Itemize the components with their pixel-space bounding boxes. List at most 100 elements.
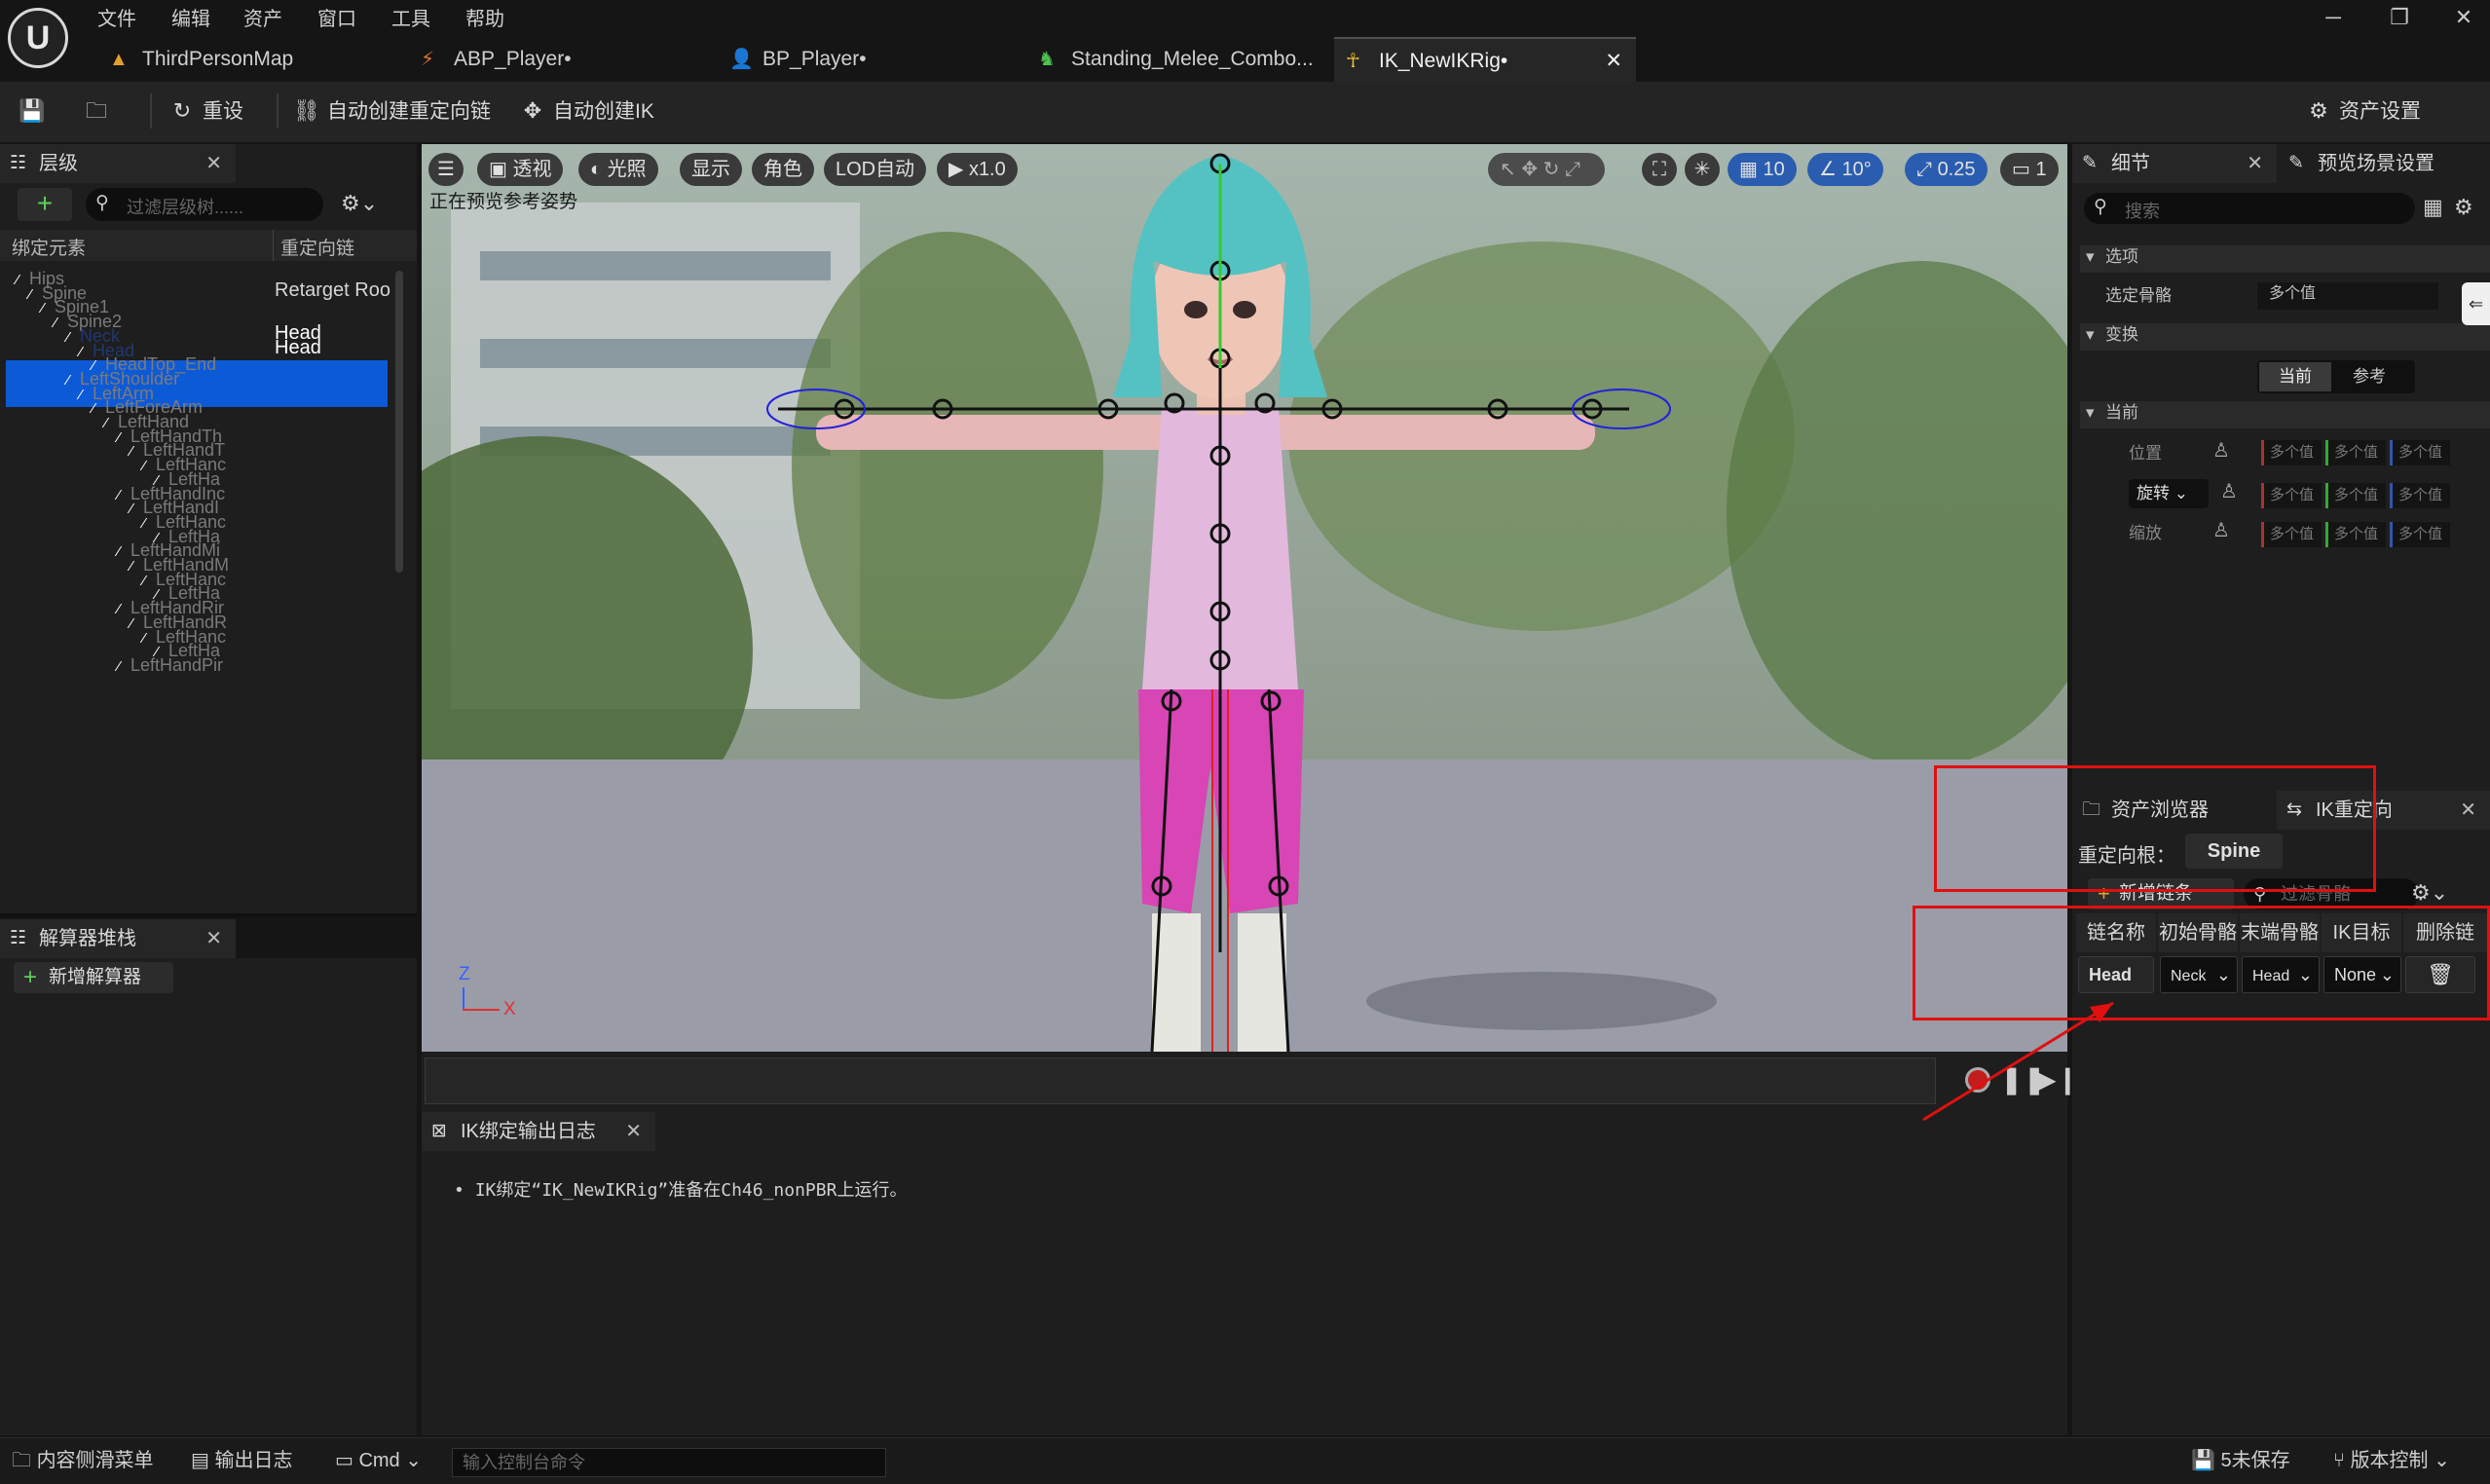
reset-scale-icon[interactable]: ♙ xyxy=(2212,518,2230,542)
cmd-dropdown[interactable]: ▭ Cmd ⌄ xyxy=(335,1437,422,1484)
lod-button[interactable]: LOD自动 xyxy=(824,153,927,186)
bone-display-icon[interactable]: ⛶ xyxy=(1642,153,1677,186)
tab-ik-output-log[interactable]: ⊠ IK绑定输出日志 ✕ xyxy=(422,1112,655,1151)
transform-value-field[interactable]: 多个值 xyxy=(2261,440,2322,465)
section-transform[interactable]: ▾ 变换 xyxy=(2080,323,2490,351)
auto-create-ik-button[interactable]: ✥ 自动创建IK xyxy=(518,90,654,132)
settings-icon[interactable]: ⚙ xyxy=(2454,195,2473,220)
tab-details[interactable]: ✎ 细节 ✕ xyxy=(2072,144,2277,183)
viewport[interactable]: 正在预览参考姿势 Z X xyxy=(422,144,2067,1052)
menu-edit[interactable]: 编辑 xyxy=(171,4,210,35)
solver-panel xyxy=(0,958,417,1435)
transform-value-field[interactable]: 多个值 xyxy=(2261,522,2322,547)
close-tab-icon[interactable]: ✕ xyxy=(1605,39,1622,84)
menu-asset[interactable]: 资产 xyxy=(243,4,282,35)
output-log-button[interactable]: ▤ 输出日志 xyxy=(191,1437,292,1484)
reference-button[interactable]: 参考 xyxy=(2333,362,2405,391)
position-label: 位置 xyxy=(2129,444,2162,463)
camera-speed-button[interactable]: ▭ 1 xyxy=(2000,153,2059,186)
menu-help[interactable]: 帮助 xyxy=(465,4,504,35)
restore-icon[interactable]: ❐ xyxy=(2370,0,2429,35)
search-icon: ⚲ xyxy=(2094,197,2107,217)
show-button[interactable]: 显示 xyxy=(680,153,742,186)
retarget-chain-value: Head xyxy=(275,336,321,358)
tab-bp-player[interactable]: 👤 BP_Player• xyxy=(718,37,1010,82)
close-icon[interactable]: ✕ xyxy=(2460,791,2476,830)
section-current[interactable]: ▾ 当前 xyxy=(2080,401,2490,428)
close-icon[interactable]: ✕ xyxy=(205,144,222,183)
asset-settings-button[interactable]: ⚙ 资产设置 xyxy=(2304,90,2421,132)
reset-button[interactable]: ↻ 重设 xyxy=(167,90,243,132)
col-chain: 重定向链 xyxy=(280,239,355,259)
transform-value-field[interactable]: 多个值 xyxy=(2390,522,2450,547)
source-control-button[interactable]: ⑂ 版本控制 ⌄ xyxy=(2333,1437,2450,1484)
tab-thirdpersonmap[interactable]: ▲ ThirdPersonMap xyxy=(97,37,390,82)
minimize-icon[interactable]: ─ xyxy=(2304,0,2362,35)
tab-abp-player[interactable]: ⚡ ABP_Player• xyxy=(409,37,701,82)
chain-icon: ⛓ xyxy=(293,98,320,123)
ik-rig-icon: ☥ xyxy=(1346,51,1360,72)
edit-icon: ✎ xyxy=(2288,153,2304,173)
lighting-button[interactable]: ◐ 光照 xyxy=(578,153,658,186)
viewport-scene xyxy=(422,144,2067,1052)
world-local-icon[interactable]: ✳ xyxy=(1685,153,1720,186)
content-drawer-button[interactable]: 🗀 内容侧滑菜单 xyxy=(12,1437,154,1484)
browse-icon[interactable]: 🗀 xyxy=(82,90,117,132)
unsaved-button[interactable]: 💾 5未保存 xyxy=(2191,1437,2290,1484)
current-button[interactable]: 当前 xyxy=(2259,362,2331,391)
angle-snap-button[interactable]: ∠ 10° xyxy=(1807,153,1883,186)
tab-solver-stack[interactable]: ☷ 解算器堆栈 ✕ xyxy=(0,919,236,958)
tab-preview-scene[interactable]: ✎ 预览场景设置 xyxy=(2279,144,2490,183)
close-icon[interactable]: ✕ xyxy=(625,1112,642,1151)
terminal-icon: ▭ xyxy=(335,1450,359,1471)
console-input[interactable]: 输入控制台命令 xyxy=(452,1448,886,1477)
scale-snap-button[interactable]: ⤢ 0.25 xyxy=(1905,153,1988,186)
reset-icon: ↻ xyxy=(172,98,192,123)
table-view-icon[interactable]: ▦ xyxy=(2423,195,2443,220)
settings-icon[interactable]: ⚙⌄ xyxy=(2411,880,2448,906)
hierarchy-icon: ☷ xyxy=(10,153,27,173)
perspective-button[interactable]: ▣ 透视 xyxy=(477,153,564,186)
transform-value-field[interactable]: 多个值 xyxy=(2390,440,2450,465)
playback-speed-button[interactable]: ▶ x1.0 xyxy=(937,153,1018,186)
auto-create-chains-button[interactable]: ⛓ 自动创建重定向链 xyxy=(292,90,491,132)
transform-mode-group[interactable]: ↖ ✥ ↻ ⤢ xyxy=(1488,153,1605,186)
character-button[interactable]: 角色 xyxy=(752,153,814,186)
divider xyxy=(277,93,279,129)
unreal-logo[interactable]: U xyxy=(8,8,68,68)
solver-icon: ☷ xyxy=(10,928,27,948)
divider xyxy=(150,93,152,129)
tab-hierarchy[interactable]: ☷ 层级 ✕ xyxy=(0,144,236,183)
section-options[interactable]: ▾ 选项 xyxy=(2080,245,2490,273)
hierarchy-search-input[interactable]: ⚲ 过滤层级树...... xyxy=(86,188,323,221)
timeline-track[interactable] xyxy=(425,1057,1936,1104)
transform-value-field[interactable]: 多个值 xyxy=(2325,440,2386,465)
transform-value-field[interactable]: 多个值 xyxy=(2261,483,2322,508)
transform-value-field[interactable]: 多个值 xyxy=(2325,522,2386,547)
close-icon[interactable]: ✕ xyxy=(205,919,222,958)
transform-value-field[interactable]: 多个值 xyxy=(2390,483,2450,508)
rotation-dropdown[interactable]: 旋转 ⌄ xyxy=(2129,479,2209,508)
annotation-box xyxy=(1934,765,2376,892)
menu-window[interactable]: 窗口 xyxy=(317,4,356,35)
selected-bone-value: 多个值 xyxy=(2257,282,2438,310)
close-window-icon[interactable]: ✕ xyxy=(2434,0,2490,35)
tab-ik-newikrig[interactable]: ☥ IK_NewIKRig• ✕ xyxy=(1334,37,1636,82)
reset-rotation-icon[interactable]: ♙ xyxy=(2220,479,2238,503)
tab-standing-melee[interactable]: ♞ Standing_Melee_Combo... xyxy=(1026,37,1319,82)
close-icon[interactable]: ✕ xyxy=(2247,144,2263,183)
reset-position-icon[interactable]: ♙ xyxy=(2212,438,2230,463)
menu-file[interactable]: 文件 xyxy=(97,4,136,35)
details-search-input[interactable]: ⚲ 搜索 xyxy=(2084,193,2415,224)
side-arrow-icon[interactable]: ⇐ xyxy=(2462,282,2490,325)
menu-tools[interactable]: 工具 xyxy=(391,4,430,35)
grid-snap-button[interactable]: ▦ 10 xyxy=(1728,153,1797,186)
settings-icon[interactable]: ⚙⌄ xyxy=(341,191,378,216)
tree-row[interactable]: ⁄ LeftHandPir xyxy=(111,653,223,677)
viewport-menu-icon[interactable]: ☰ xyxy=(428,153,464,186)
save-icon[interactable]: 💾 xyxy=(18,90,53,132)
blueprint-icon: 👤 xyxy=(729,49,754,70)
add-solver-button[interactable]: + 新增解算器 xyxy=(14,962,173,993)
add-icon[interactable]: + xyxy=(18,188,72,221)
transform-value-field[interactable]: 多个值 xyxy=(2325,483,2386,508)
